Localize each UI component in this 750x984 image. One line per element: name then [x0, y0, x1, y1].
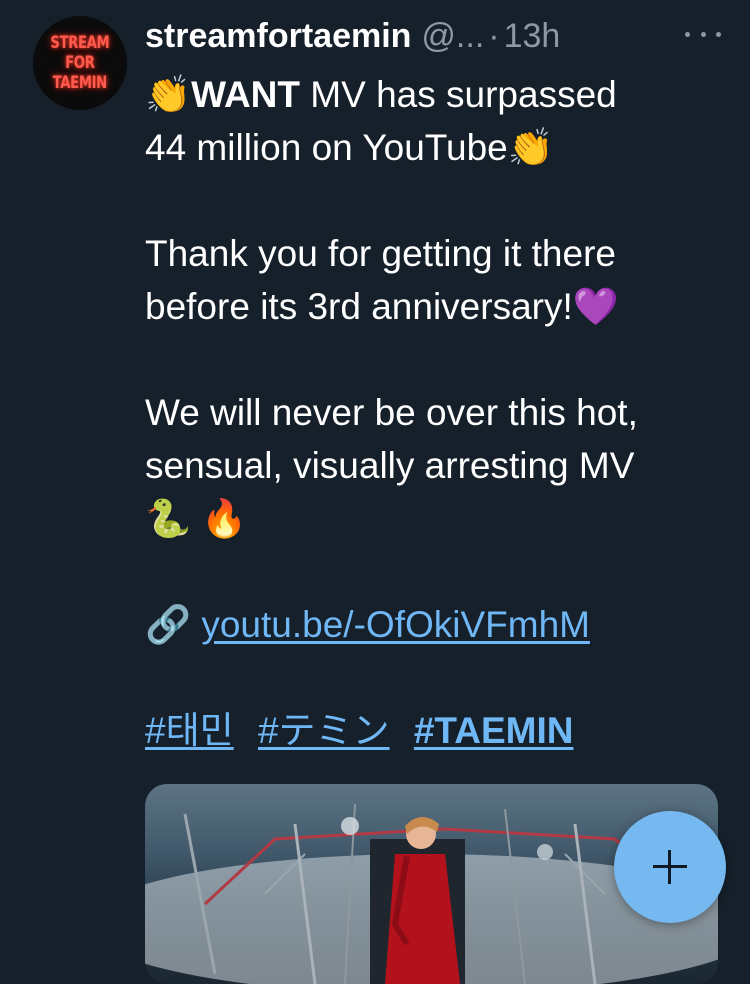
hashtag-row: #태민 #テミン #TAEMIN [145, 704, 735, 757]
clapping-hands-icon: 👏 [145, 73, 192, 116]
avatar-text-line: TAEMIN [52, 73, 108, 93]
bold-word: WANT [191, 74, 301, 115]
snake-icon: 🐍 [145, 497, 192, 540]
tweet-header: streamfortaemin @... · 13h [145, 12, 745, 60]
tweet[interactable]: STREAM FOR TAEMIN streamfortaemin @... ·… [0, 0, 750, 984]
compose-button[interactable] [614, 811, 726, 923]
link-icon: 🔗 [145, 603, 192, 646]
youtube-link[interactable]: youtu.be/-OfOkiVFmhM [201, 604, 590, 645]
display-name[interactable]: streamfortaemin [145, 17, 411, 56]
timestamp[interactable]: 13h [504, 17, 561, 56]
more-dots-icon[interactable] [685, 24, 721, 44]
clapping-hands-icon: 👏 [507, 126, 554, 169]
text-segment: 44 million on YouTube [145, 127, 508, 168]
text-line: 👏WANT MV has surpassed [145, 68, 735, 121]
tweet-text: 👏WANT MV has surpassed 44 million on You… [145, 68, 735, 757]
hashtag-link[interactable]: #태민 [145, 710, 234, 751]
text-segment: before its 3rd anniversary! [145, 286, 573, 327]
avatar-text-line: FOR [65, 53, 95, 73]
hashtag-link[interactable]: #テミン [258, 710, 390, 751]
plus-icon [653, 850, 687, 884]
text-line: 🐍 🔥 [145, 492, 735, 545]
purple-heart-icon: 💜 [572, 285, 619, 328]
text-line: before its 3rd anniversary!💜 [145, 280, 735, 333]
text-line: sensual, visually arresting MV [145, 445, 635, 486]
separator-dot: · [488, 16, 500, 55]
text-line: We will never be over this hot, [145, 392, 638, 433]
text-line: Thank you for getting it there [145, 233, 616, 274]
avatar-text-line: STREAM [50, 33, 110, 53]
user-handle[interactable]: @... [421, 17, 484, 56]
text-line: 44 million on YouTube👏 [145, 121, 735, 174]
text-line: 🔗 youtu.be/-OfOkiVFmhM [145, 598, 735, 651]
hashtag-link[interactable]: #TAEMIN [414, 710, 574, 751]
avatar[interactable]: STREAM FOR TAEMIN [33, 16, 127, 110]
text-segment: MV has surpassed [300, 74, 617, 115]
fire-icon: 🔥 [201, 497, 248, 540]
